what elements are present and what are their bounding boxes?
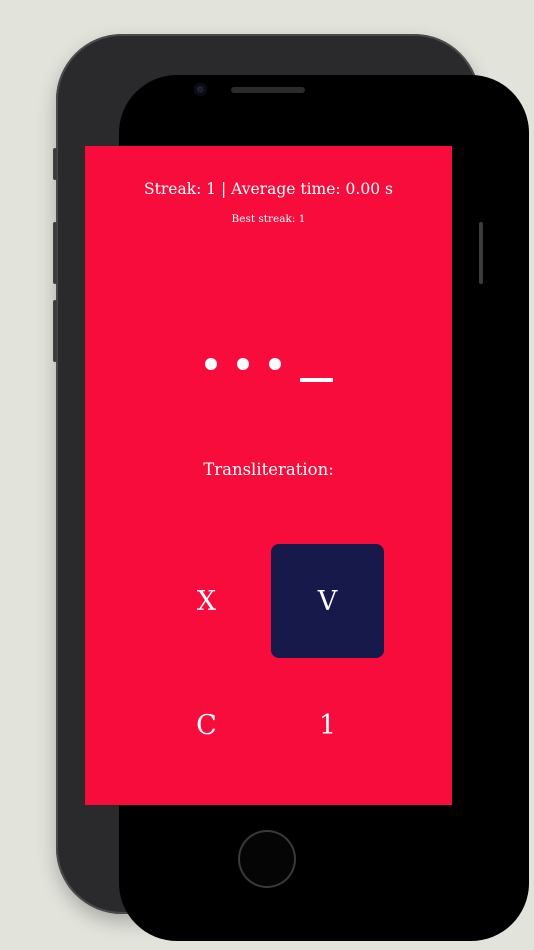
earpiece-speaker <box>231 87 305 93</box>
app-screen: Streak: 1 | Average time: 0.00 s Best st… <box>85 146 452 805</box>
mute-switch <box>53 148 57 180</box>
morse-code-display <box>205 354 333 384</box>
answer-option-x[interactable]: X <box>150 544 263 658</box>
volume-up-button <box>53 222 57 284</box>
front-camera-icon <box>194 83 207 96</box>
morse-dash <box>300 378 333 382</box>
home-button[interactable] <box>240 832 294 886</box>
transliteration-label: Transliteration: <box>203 460 334 479</box>
answer-option-c[interactable]: C <box>150 668 263 782</box>
answer-option-1[interactable]: 1 <box>271 668 384 782</box>
answer-option-v[interactable]: V <box>271 544 384 658</box>
morse-dot <box>205 358 217 370</box>
morse-dot <box>237 358 249 370</box>
best-streak: Best streak: 1 <box>231 213 306 225</box>
volume-down-button <box>53 300 57 362</box>
power-button <box>479 222 483 284</box>
morse-dot <box>269 358 281 370</box>
streak-stats: Streak: 1 | Average time: 0.00 s <box>144 180 393 198</box>
